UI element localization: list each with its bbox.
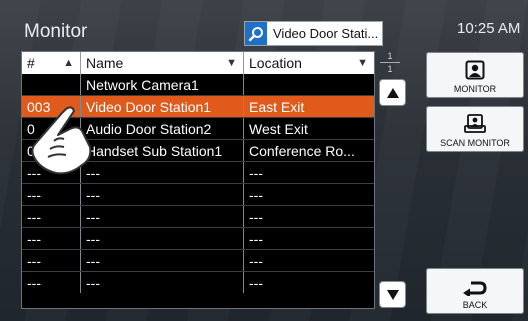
cell-number: --- xyxy=(22,272,81,293)
sort-down-icon: ▼ xyxy=(357,57,368,69)
scroll-up-button[interactable] xyxy=(380,80,405,105)
search-value: Video Door Stati... xyxy=(273,26,379,41)
cell-name: --- xyxy=(81,184,244,205)
cell-number: --- xyxy=(22,206,81,227)
cell-name: Video Door Station1 xyxy=(81,96,244,117)
cell-name: --- xyxy=(81,250,244,271)
table-row[interactable]: --- --- --- xyxy=(22,271,374,293)
scroll-down-button[interactable] xyxy=(380,282,405,307)
table-row[interactable]: --- --- --- xyxy=(22,227,374,249)
cell-location: West Exit xyxy=(249,120,308,137)
cell-location: --- xyxy=(249,164,263,181)
monitor-button[interactable]: MONITOR xyxy=(426,52,524,98)
search-icon[interactable] xyxy=(245,22,267,45)
cell-name: --- xyxy=(81,162,244,183)
cell-location xyxy=(244,74,374,95)
column-header-name[interactable]: Name ▼ xyxy=(81,52,244,74)
cell-location: --- xyxy=(249,186,263,203)
cell-name: --- xyxy=(81,272,244,293)
cell-name: Handset Sub Station1 xyxy=(81,140,244,161)
cell-number: --- xyxy=(22,250,81,271)
table-row[interactable]: --- --- --- xyxy=(22,183,374,205)
scan-monitor-icon xyxy=(464,114,486,133)
cell-location: --- xyxy=(249,230,263,247)
column-header-location[interactable]: Location ▼ xyxy=(244,52,374,74)
pointing-hand-icon xyxy=(31,106,92,175)
up-arrow-icon xyxy=(386,87,399,98)
scan-monitor-button[interactable]: SCAN MONITOR xyxy=(426,106,524,152)
back-arrow-icon xyxy=(463,281,487,296)
cell-location: Conference Ro... xyxy=(249,142,355,159)
page-title: Monitor xyxy=(24,21,88,42)
table-row[interactable]: --- --- --- xyxy=(22,205,374,227)
cell-location: --- xyxy=(249,208,263,225)
cell-name: Network Camera1 xyxy=(81,74,244,95)
table-header: # ▲ Name ▼ Location ▼ xyxy=(22,52,374,74)
cell-location: --- xyxy=(249,274,263,291)
cell-number xyxy=(22,74,81,95)
monitor-person-icon xyxy=(465,60,485,80)
column-header-number[interactable]: # ▲ xyxy=(22,52,81,74)
sort-down-icon: ▼ xyxy=(226,57,237,69)
back-button[interactable]: BACK xyxy=(426,268,524,314)
down-arrow-icon xyxy=(386,289,399,300)
table-row[interactable]: Network Camera1 xyxy=(22,74,374,95)
cell-name: --- xyxy=(81,228,244,249)
cell-number: --- xyxy=(22,184,81,205)
sort-up-icon: ▲ xyxy=(63,57,74,69)
clock: 10:25 AM xyxy=(457,20,521,37)
cell-location: --- xyxy=(249,252,263,269)
cell-number: --- xyxy=(22,228,81,249)
cell-name: --- xyxy=(81,206,244,227)
search-field[interactable]: Video Door Stati... xyxy=(244,21,383,46)
page-indicator: 1 1 xyxy=(378,51,402,75)
cell-location: East Exit xyxy=(249,98,305,115)
table-row[interactable]: --- --- --- xyxy=(22,249,374,271)
cell-name: Audio Door Station2 xyxy=(81,118,244,139)
device-table: # ▲ Name ▼ Location ▼ Network Camera1 003… xyxy=(21,51,375,309)
